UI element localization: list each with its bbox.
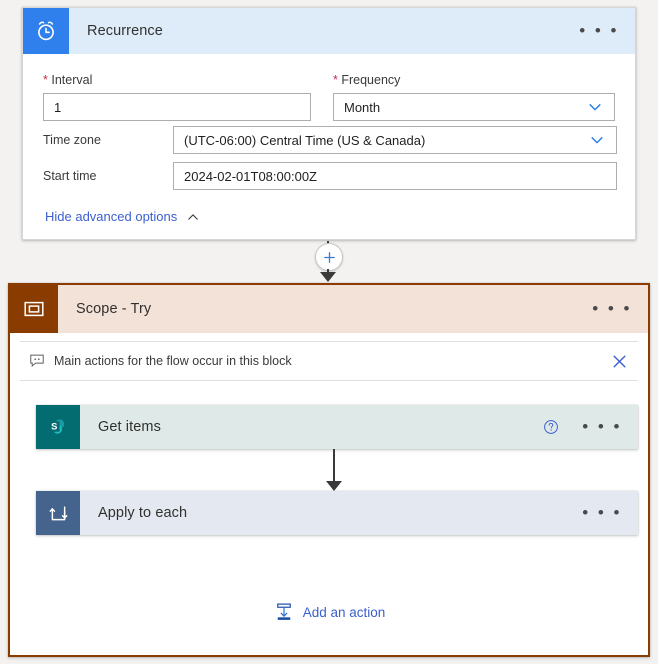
interval-required-marker: * <box>43 73 48 87</box>
frequency-dropdown[interactable]: Month <box>333 93 615 121</box>
sharepoint-icon: S <box>36 405 80 449</box>
scope-menu-button[interactable]: • • • <box>576 300 648 317</box>
recurrence-trigger-card[interactable]: Recurrence • • • * Interval 1 * Frequenc… <box>22 7 636 240</box>
scope-comment-row: Main actions for the flow occur in this … <box>20 341 638 381</box>
arrow-down-icon <box>320 272 336 282</box>
get-items-title: Get items <box>98 419 161 435</box>
start-time-input[interactable]: 2024-02-01T08:00:00Z <box>173 162 617 190</box>
scope-card-header[interactable]: Scope - Try • • • <box>10 285 648 333</box>
interval-input[interactable]: 1 <box>43 93 311 121</box>
timezone-field: Time zone (UTC-06:00) Central Time (US &… <box>43 126 617 154</box>
apply-to-each-menu-button[interactable]: • • • <box>566 504 638 521</box>
scope-comment-text: Main actions for the flow occur in this … <box>54 354 292 368</box>
chevron-up-icon[interactable] <box>186 210 200 224</box>
frequency-required-marker: * <box>333 73 338 87</box>
flow-designer-canvas: Recurrence • • • * Interval 1 * Frequenc… <box>0 0 658 664</box>
plus-icon <box>323 251 335 263</box>
apply-to-each-header[interactable]: Apply to each • • • <box>36 491 638 535</box>
hide-advanced-options-link[interactable]: Hide advanced options <box>45 209 200 224</box>
chevron-down-icon[interactable] <box>586 129 608 151</box>
scope-card-title: Scope - Try <box>76 301 152 317</box>
get-items-menu-button[interactable]: • • • <box>566 418 638 435</box>
frequency-label: * Frequency <box>333 73 615 87</box>
apply-to-each-title: Apply to each <box>98 505 188 521</box>
recurrence-card-header[interactable]: Recurrence • • • <box>23 8 635 54</box>
get-items-action-card[interactable]: S Get items • • • <box>36 405 638 449</box>
chevron-down-icon[interactable] <box>584 96 606 118</box>
insert-action-icon <box>273 601 295 623</box>
help-circle-icon[interactable] <box>536 419 566 435</box>
timezone-dropdown[interactable]: (UTC-06:00) Central Time (US & Canada) <box>173 126 617 154</box>
recurrence-menu-button[interactable]: • • • <box>563 22 635 39</box>
insert-new-step-button[interactable] <box>315 243 343 271</box>
get-items-header[interactable]: S Get items • • • <box>36 405 638 449</box>
recurrence-card-title: Recurrence <box>87 23 163 39</box>
start-time-field: Start time 2024-02-01T08:00:00Z <box>43 162 617 190</box>
start-time-label: Start time <box>43 169 97 183</box>
frequency-value: Month <box>344 99 381 115</box>
add-an-action-label: Add an action <box>302 604 386 620</box>
scope-try-card[interactable]: Scope - Try • • • Main actions for the f… <box>8 283 650 657</box>
add-an-action-button[interactable]: Add an action <box>10 601 648 623</box>
interval-field: * Interval 1 <box>43 73 311 121</box>
apply-to-each-action-card[interactable]: Apply to each • • • <box>36 491 638 535</box>
comment-bubble-icon <box>22 353 52 369</box>
close-icon[interactable] <box>602 353 636 370</box>
svg-text:S: S <box>51 420 57 431</box>
alarm-clock-icon <box>23 8 69 54</box>
scope-square-icon <box>10 285 58 333</box>
frequency-field: * Frequency Month <box>333 73 615 121</box>
frequency-label-text: Frequency <box>341 73 401 87</box>
timezone-value: (UTC-06:00) Central Time (US & Canada) <box>184 132 426 148</box>
interval-label-text: Interval <box>51 73 93 87</box>
start-time-value: 2024-02-01T08:00:00Z <box>184 168 317 184</box>
hide-advanced-options-label: Hide advanced options <box>45 209 178 224</box>
interval-label: * Interval <box>43 73 311 87</box>
interval-value: 1 <box>54 99 62 115</box>
loop-icon <box>36 491 80 535</box>
timezone-label: Time zone <box>43 133 101 147</box>
arrow-down-icon <box>326 481 342 491</box>
